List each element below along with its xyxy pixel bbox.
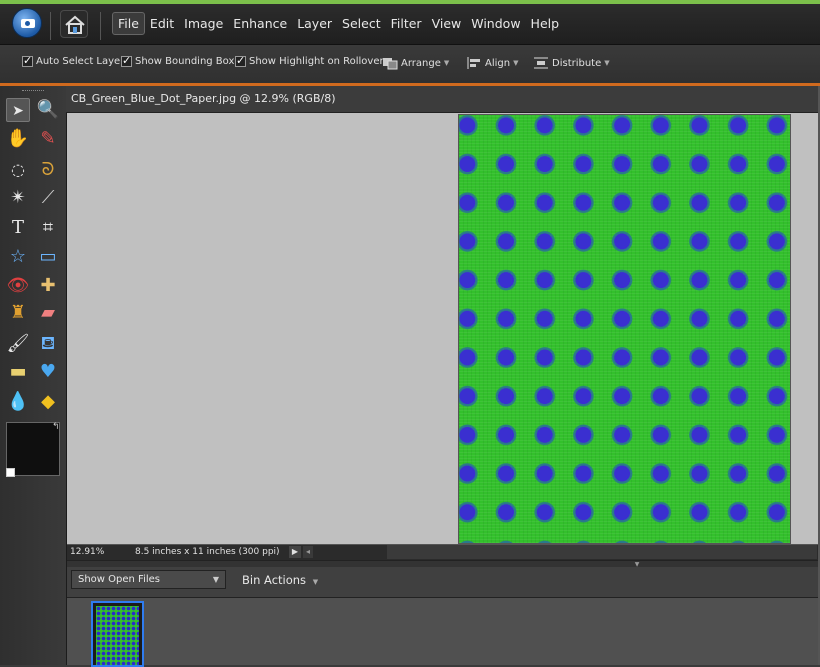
separator (100, 12, 101, 40)
align-label: Align (485, 57, 511, 69)
shape-tool-icon[interactable]: ☆ (6, 245, 30, 269)
paint-bucket-tool-icon[interactable]: ⛾ (36, 332, 60, 356)
blur-tool-icon[interactable]: 💧 (6, 390, 30, 414)
chevron-down-icon: ▼ (312, 578, 319, 586)
checkbox-checked-icon[interactable] (121, 54, 132, 67)
separator (50, 12, 51, 40)
toolbox: ➤ 🔍 ✋ ✎ ◌ ᘐ ✴ ⟋ T ⌗ ☆ ▭ 👁 ✚ ♜ ▰ 🖌 ⛾ ▬ ♥ … (0, 86, 67, 665)
document-title: CB_Green_Blue_Dot_Paper.jpg @ 12.9% (RGB… (71, 92, 336, 105)
play-arrow-icon[interactable]: ▶ (289, 546, 301, 558)
show-bounding-box-label: Show Bounding Box (135, 56, 235, 67)
smart-brush-tool-icon[interactable]: ♥ (36, 360, 60, 384)
arrange-icon (383, 58, 398, 70)
menu-image[interactable]: Image (179, 12, 228, 35)
distribute-label: Distribute (552, 57, 602, 69)
show-files-dropdown[interactable]: Show Open Files ▼ (71, 570, 226, 589)
hand-tool-icon[interactable]: ✋ (6, 127, 30, 151)
gradient-tool-icon[interactable]: ▬ (6, 360, 30, 384)
menu-help[interactable]: Help (526, 12, 565, 35)
menu-window[interactable]: Window (466, 12, 525, 35)
marquee-tool-icon[interactable]: ◌ (6, 158, 30, 182)
recompose-tool-icon[interactable]: ▭ (36, 245, 60, 269)
document-image[interactable] (458, 114, 791, 544)
horizontal-scrollbar[interactable] (387, 545, 817, 559)
menu-view[interactable]: View (427, 12, 467, 35)
zoom-tool-icon[interactable]: 🔍 (36, 98, 60, 122)
align-icon (467, 57, 480, 69)
chevron-down-icon: ▼ (604, 59, 610, 67)
default-colors-icon[interactable] (6, 468, 15, 477)
lasso-tool-icon[interactable]: ᘐ (36, 158, 60, 182)
menu-enhance[interactable]: Enhance (228, 12, 292, 35)
menu-edit[interactable]: Edit (145, 12, 179, 35)
menu-layer[interactable]: Layer (292, 12, 337, 35)
main-menu: File Edit Image Enhance Layer Select Fil… (112, 12, 564, 35)
open-file-thumbnail[interactable] (91, 601, 144, 667)
auto-select-layer-option[interactable]: Auto Select Layer (22, 54, 125, 67)
show-bounding-box-option[interactable]: Show Bounding Box (121, 54, 235, 67)
menu-bar: File Edit Image Enhance Layer Select Fil… (0, 4, 820, 45)
document-size: 8.5 inches x 11 inches (300 ppi) (135, 547, 280, 557)
arrange-dropdown[interactable]: Arrange ▼ (382, 56, 449, 70)
distribute-icon (534, 57, 548, 69)
eraser-tool-icon[interactable]: ▰ (36, 301, 60, 325)
scroll-left-icon[interactable]: ◂ (303, 546, 313, 558)
zoom-level[interactable]: 12.91% (70, 547, 104, 557)
red-eye-tool-icon[interactable]: 👁 (6, 274, 30, 298)
bin-actions-menu[interactable]: Bin Actions ▼ (242, 573, 318, 587)
tool-options-bar: Auto Select Layer Show Bounding Box Show… (0, 45, 820, 84)
menu-select[interactable]: Select (337, 12, 386, 35)
camera-icon[interactable] (12, 8, 42, 38)
align-dropdown[interactable]: Align ▼ (466, 56, 518, 70)
checkbox-checked-icon[interactable] (235, 54, 246, 67)
home-icon[interactable] (60, 10, 88, 38)
show-files-label: Show Open Files (78, 574, 160, 585)
crop-tool-icon[interactable]: ⌗ (36, 216, 60, 240)
chevron-down-icon: ▼ (212, 575, 219, 584)
chevron-down-icon: ▼ (443, 59, 450, 67)
menu-file[interactable]: File (112, 12, 145, 35)
project-bin-toolbar: Show Open Files ▼ Bin Actions ▼ (67, 567, 820, 598)
chevron-down-icon: ▼ (513, 59, 519, 67)
bin-actions-label: Bin Actions (242, 573, 307, 587)
distribute-dropdown[interactable]: Distribute ▼ (533, 56, 610, 70)
panel-grip[interactable] (22, 90, 44, 94)
project-bin (67, 598, 820, 667)
status-bar: 12.91% 8.5 inches x 11 inches (300 ppi) … (67, 544, 820, 560)
show-highlight-option[interactable]: Show Highlight on Rollover (235, 54, 384, 67)
type-tool-icon[interactable]: T (6, 216, 30, 240)
arrange-label: Arrange (401, 57, 441, 69)
show-highlight-label: Show Highlight on Rollover (249, 56, 384, 67)
magic-wand-tool-icon[interactable]: ✴ (6, 186, 30, 210)
quick-selection-tool-icon[interactable]: ⟋ (36, 186, 60, 210)
brush-tool-icon[interactable]: 🖌 (6, 332, 30, 356)
document-tab[interactable]: CB_Green_Blue_Dot_Paper.jpg @ 12.9% (RGB… (66, 86, 820, 113)
sponge-tool-icon[interactable]: ◆ (36, 390, 60, 414)
swap-colors-icon[interactable]: ↰ (52, 422, 60, 432)
healing-brush-tool-icon[interactable]: ✚ (36, 274, 60, 298)
checkbox-checked-icon[interactable] (22, 54, 33, 67)
menu-filter[interactable]: Filter (386, 12, 427, 35)
move-tool-icon[interactable]: ➤ (6, 98, 30, 122)
canvas-area[interactable] (67, 113, 820, 544)
clone-stamp-tool-icon[interactable]: ♜ (6, 301, 30, 325)
eyedropper-tool-icon[interactable]: ✎ (36, 127, 60, 151)
auto-select-layer-label: Auto Select Layer (36, 56, 125, 67)
